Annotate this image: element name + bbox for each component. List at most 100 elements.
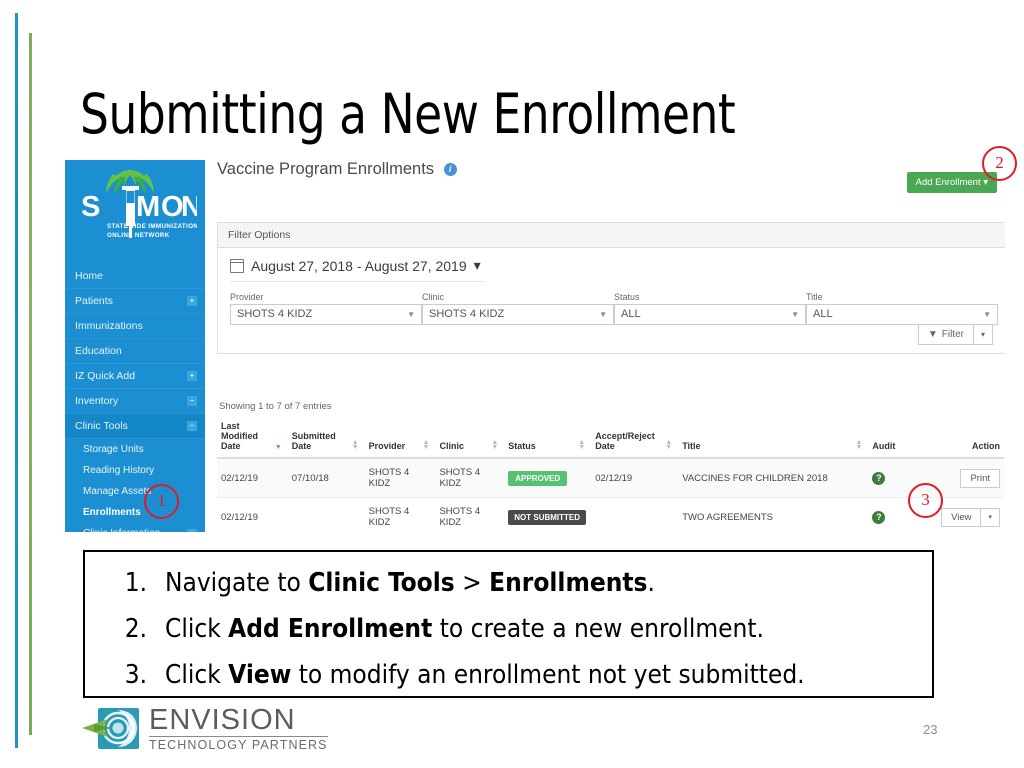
expand-icon[interactable]: + bbox=[187, 371, 197, 381]
sidebar-item-education[interactable]: Education bbox=[65, 339, 205, 364]
sidebar-item-label: Clinic Information bbox=[83, 528, 160, 532]
cell-provider: SHOTS 4 KIDZ bbox=[364, 497, 436, 532]
sidebar-item-iz-quick-add[interactable]: IZ Quick Add + bbox=[65, 364, 205, 389]
sidebar-item-clinic-tools[interactable]: Clinic Tools − bbox=[65, 414, 205, 439]
envision-logo: ENVISION TECHNOLOGY PARTNERS bbox=[82, 706, 328, 752]
col-label: Title bbox=[682, 441, 701, 451]
info-icon[interactable]: i bbox=[443, 163, 457, 176]
sidebar-item-label: Clinic Tools bbox=[75, 420, 128, 432]
step-text-bold-1: View bbox=[228, 660, 292, 690]
sidebar-item-manage-assets[interactable]: Manage Assets bbox=[65, 481, 205, 502]
sort-icon[interactable]: ▲ ▼ bbox=[665, 439, 672, 451]
sort-icon[interactable]: ▲ ▼ bbox=[423, 439, 430, 451]
sidebar-item-label: IZ Quick Add bbox=[75, 370, 136, 382]
expand-icon[interactable]: + bbox=[187, 296, 197, 306]
filter-fields: Provider SHOTS 4 KIDZ ▼ Clinic SHOTS 4 K… bbox=[230, 292, 998, 325]
field-label: Status bbox=[614, 292, 640, 302]
slide-page-number: 23 bbox=[923, 722, 938, 737]
sidebar-item-inventory[interactable]: Inventory − bbox=[65, 389, 205, 414]
filter-button-label: Filter bbox=[941, 329, 964, 340]
step-number: 1. bbox=[124, 568, 147, 598]
sidebar-item-reading-history[interactable]: Reading History bbox=[65, 460, 205, 481]
filter-dropdown-toggle[interactable]: ▾ bbox=[973, 324, 993, 345]
audit-help-icon[interactable]: ? bbox=[872, 510, 886, 524]
filter-field-clinic: Clinic SHOTS 4 KIDZ ▼ bbox=[422, 292, 614, 325]
cell-clinic: SHOTS 4 KIDZ bbox=[435, 458, 505, 498]
sidebar-item-label: Storage Units bbox=[83, 444, 144, 455]
filter-options-body: August 27, 2018 - August 27, 2019 ▾ Prov… bbox=[218, 248, 1005, 353]
view-button[interactable]: View bbox=[941, 507, 982, 527]
add-enrollment-button[interactable]: Add Enrollment ▾ bbox=[906, 172, 997, 193]
sort-icon[interactable]: ▲ ▼ bbox=[352, 439, 359, 451]
table-row[interactable]: 02/12/19 SHOTS 4 KIDZ SHOTS 4 KIDZ NOT S… bbox=[217, 497, 1004, 532]
select-value: SHOTS 4 KIDZ bbox=[237, 308, 313, 320]
callout-1: 1 bbox=[144, 484, 179, 519]
print-button[interactable]: Print bbox=[960, 468, 1000, 488]
step-text-post: . bbox=[647, 568, 655, 598]
sidebar-item-label: Patients bbox=[75, 295, 113, 307]
field-label: Clinic bbox=[422, 292, 445, 302]
filter-field-provider: Provider SHOTS 4 KIDZ ▼ bbox=[230, 292, 422, 325]
select-value: ALL bbox=[813, 308, 833, 320]
envision-logo-mark bbox=[82, 708, 139, 749]
col-label: Provider bbox=[368, 441, 406, 451]
sidebar-nav: Home Patients + Immunizations Education … bbox=[65, 264, 205, 532]
app-sidebar: S M O N STATEWIDE IMMUNIZATION ONLINE NE… bbox=[65, 160, 205, 532]
cell-accept-reject: 02/12/19 bbox=[591, 458, 679, 498]
filter-options-title: Filter Options bbox=[218, 223, 1005, 248]
table-row[interactable]: 02/12/19 07/10/18 SHOTS 4 KIDZ SHOTS 4 K… bbox=[217, 458, 1004, 498]
callout-2: 2 bbox=[982, 146, 1017, 181]
clinic-select[interactable]: SHOTS 4 KIDZ ▼ bbox=[422, 304, 614, 325]
sidebar-item-storage-units[interactable]: Storage Units bbox=[65, 439, 205, 460]
provider-select[interactable]: SHOTS 4 KIDZ ▼ bbox=[230, 304, 422, 325]
col-clinic[interactable]: Clinic ▲ ▼ bbox=[435, 418, 505, 459]
instruction-box: 1. Navigate to Clinic Tools > Enrollment… bbox=[83, 550, 934, 698]
decorative-blue-rule bbox=[15, 13, 18, 748]
status-badge: APPROVED bbox=[508, 470, 568, 486]
sidebar-item-enrollments[interactable]: Enrollments bbox=[65, 502, 205, 523]
filter-field-title: Title ALL ▼ bbox=[806, 292, 998, 325]
col-provider[interactable]: Provider ▲ ▼ bbox=[364, 418, 436, 459]
col-accept-reject-date[interactable]: Accept/Reject Date ▲ ▼ bbox=[591, 418, 679, 459]
envision-logo-name: ENVISION bbox=[149, 706, 328, 738]
col-label: Action bbox=[972, 441, 1000, 451]
col-title[interactable]: Title ▲ ▼ bbox=[678, 418, 869, 459]
instruction-step-3: 3. Click View to modify an enrollment no… bbox=[85, 652, 932, 698]
step-text-pre: Click bbox=[165, 614, 229, 644]
envision-logo-tagline: TECHNOLOGY PARTNERS bbox=[149, 738, 328, 753]
sort-icon[interactable]: ▲ ▼ bbox=[578, 439, 585, 451]
title-select[interactable]: ALL ▼ bbox=[806, 304, 998, 325]
sort-icon[interactable]: ▼ bbox=[275, 444, 282, 451]
view-split-button: View ▾ bbox=[941, 507, 1000, 527]
status-badge: NOT SUBMITTED bbox=[508, 509, 587, 525]
date-range-picker[interactable]: August 27, 2018 - August 27, 2019 ▾ bbox=[230, 257, 485, 282]
col-status[interactable]: Status ▲ ▼ bbox=[504, 418, 592, 459]
field-label: Provider bbox=[230, 292, 264, 302]
sort-icon[interactable]: ▲ ▼ bbox=[491, 439, 498, 451]
col-action: Action bbox=[925, 418, 1004, 459]
simon-logo: S M O N STATEWIDE IMMUNIZATION ONLINE NE… bbox=[65, 160, 205, 248]
sidebar-item-label: Manage Assets bbox=[83, 486, 152, 497]
expand-icon[interactable]: + bbox=[187, 529, 197, 532]
col-submitted-date[interactable]: Submitted Date ▲ ▼ bbox=[287, 418, 365, 459]
col-last-modified-date[interactable]: Last Modified Date ▼ bbox=[217, 418, 288, 459]
sidebar-item-home[interactable]: Home bbox=[65, 264, 205, 289]
sidebar-item-immunizations[interactable]: Immunizations bbox=[65, 314, 205, 339]
filter-button[interactable]: ▼ Filter bbox=[917, 324, 974, 345]
sort-icon[interactable]: ▲ ▼ bbox=[855, 439, 862, 451]
table-header-row: Last Modified Date ▼ Submitted Date ▲ ▼ Provid… bbox=[217, 418, 1004, 459]
callout-3: 3 bbox=[908, 483, 943, 518]
collapse-icon[interactable]: − bbox=[187, 396, 197, 406]
sidebar-item-clinic-information[interactable]: Clinic Information + bbox=[65, 523, 205, 532]
table-header: Last Modified Date ▼ Submitted Date ▲ ▼ Provid… bbox=[217, 418, 1004, 459]
audit-help-icon[interactable]: ? bbox=[872, 471, 886, 485]
chevron-down-icon[interactable]: ▾ bbox=[981, 507, 1000, 527]
collapse-icon[interactable]: − bbox=[187, 421, 197, 431]
page-title: Submitting a New Enrollment bbox=[80, 82, 736, 146]
cell-last-modified: 02/12/19 bbox=[217, 497, 288, 532]
sidebar-item-patients[interactable]: Patients + bbox=[65, 289, 205, 314]
sidebar-item-label: Home bbox=[75, 270, 104, 282]
app-screenshot: S M O N STATEWIDE IMMUNIZATION ONLINE NE… bbox=[65, 160, 1005, 532]
status-select[interactable]: ALL ▼ bbox=[614, 304, 806, 325]
app-page-header: Vaccine Program Enrollments i Add Enroll… bbox=[217, 160, 1005, 193]
